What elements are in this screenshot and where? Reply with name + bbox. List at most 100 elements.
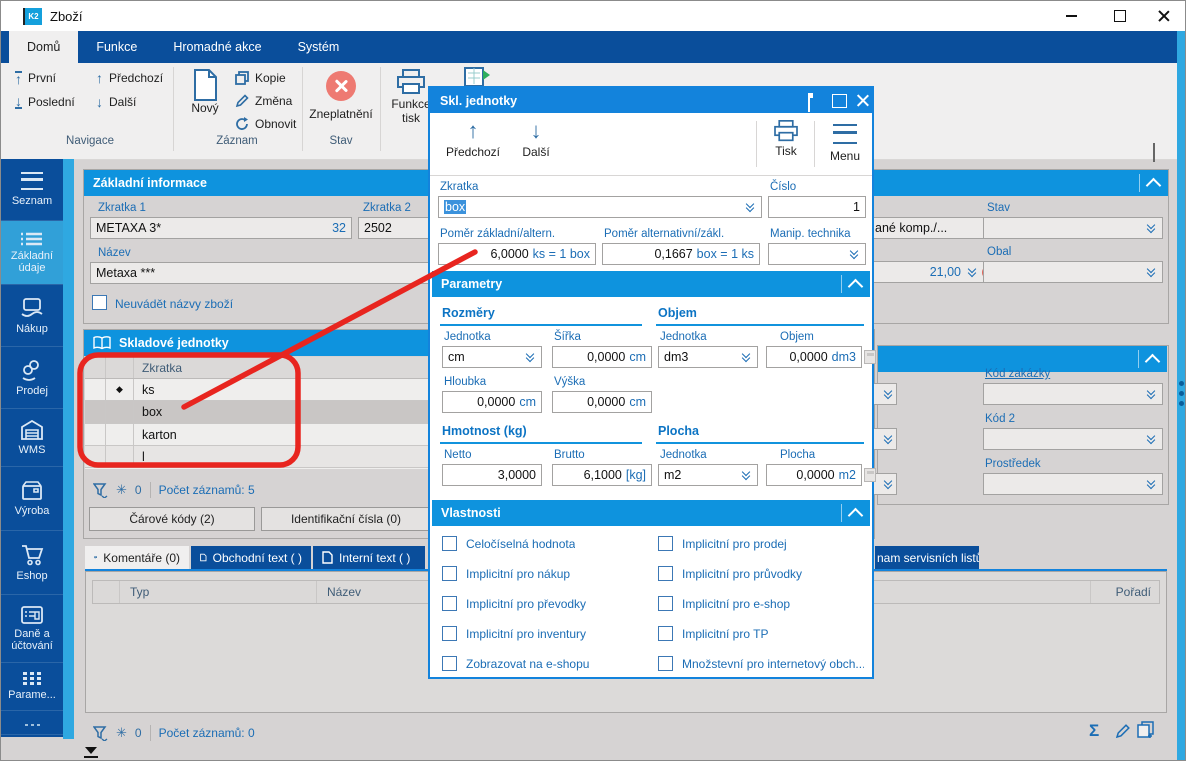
invalidate-button[interactable]: Zneplatnění bbox=[307, 71, 375, 121]
splitter-dot[interactable] bbox=[1179, 381, 1184, 386]
manip-technika-dropdown[interactable] bbox=[768, 243, 866, 265]
sidebar-item-nakup[interactable]: Nákup bbox=[1, 285, 63, 347]
minimize-button[interactable] bbox=[1049, 1, 1094, 31]
ribbon-tab-hromadne-akce[interactable]: Hromadné akce bbox=[155, 31, 279, 63]
dropdown-arrow-icon[interactable] bbox=[1144, 220, 1157, 234]
ribbon-collapse-button[interactable] bbox=[1153, 143, 1155, 163]
checkbox-implicitni-pro-pruvodky[interactable] bbox=[658, 566, 673, 581]
dropdown-arrow-icon[interactable] bbox=[523, 349, 536, 363]
checkbox-mnozstevni-pro-internetovy-obchod[interactable] bbox=[658, 656, 673, 671]
sidebar-item-seznam[interactable]: Seznam bbox=[1, 159, 63, 221]
filter-icon[interactable] bbox=[93, 725, 108, 741]
column-header-typ[interactable]: Typ bbox=[120, 585, 316, 599]
sidebar-item-prodej[interactable]: Prodej bbox=[1, 347, 63, 409]
neuvadet-nazvy-checkbox[interactable] bbox=[92, 295, 107, 310]
dropdown-arrow-icon[interactable] bbox=[1144, 264, 1157, 278]
dock-window-button[interactable] bbox=[808, 93, 810, 112]
zkratka-input[interactable]: box bbox=[438, 196, 762, 218]
collapse-section-icon[interactable] bbox=[1144, 353, 1161, 369]
plocha-field[interactable]: 0,0000 m2 bbox=[766, 464, 862, 486]
sidebar-item-vyroba[interactable]: Výroba bbox=[1, 467, 63, 531]
change-record-button[interactable]: Změna bbox=[235, 94, 292, 108]
sidebar-item-zakladni-udaje[interactable]: Základní údaje bbox=[1, 221, 63, 285]
dialog-print-button[interactable]: Tisk bbox=[766, 120, 806, 158]
parametry-header[interactable]: Parametry bbox=[432, 271, 870, 297]
komp-dropdown[interactable]: ané komp./... bbox=[869, 217, 1001, 239]
vlastnosti-header[interactable]: Vlastnosti bbox=[432, 500, 870, 526]
sidebar-scroll-down-icon[interactable] bbox=[85, 747, 97, 754]
dialog-titlebar[interactable]: Skl. jednotky bbox=[430, 88, 872, 113]
filter-icon[interactable] bbox=[93, 482, 108, 498]
dropdown-arrow-icon[interactable] bbox=[881, 476, 894, 490]
vyska-field[interactable]: 0,0000 cm bbox=[552, 391, 652, 413]
collapse-section-icon[interactable] bbox=[847, 278, 864, 294]
dialog-menu-button[interactable]: Menu bbox=[824, 120, 866, 163]
checkbox-celociselna-hodnota[interactable] bbox=[442, 536, 457, 551]
ribbon-tab-funkce[interactable]: Funkce bbox=[78, 31, 155, 63]
sirka-field[interactable]: 0,0000 cm bbox=[552, 346, 652, 368]
checkbox-implicitni-pro-prevodky[interactable] bbox=[442, 596, 457, 611]
netto-field[interactable]: 3,0000 bbox=[442, 464, 542, 486]
dropdown-arrow-icon[interactable] bbox=[1144, 386, 1157, 400]
calculator-icon[interactable] bbox=[864, 468, 876, 482]
cislo-field[interactable]: 1 bbox=[768, 196, 866, 218]
hloubka-field[interactable]: 0,0000 cm bbox=[442, 391, 542, 413]
calculator-icon[interactable] bbox=[864, 350, 876, 364]
checkbox-implicitni-pro-nakup[interactable] bbox=[442, 566, 457, 581]
maximize-button[interactable] bbox=[1097, 1, 1142, 31]
dropdown-arrow-icon[interactable] bbox=[739, 467, 752, 481]
add-record-icon[interactable] bbox=[1137, 721, 1155, 739]
ribbon-tab-system[interactable]: Systém bbox=[280, 31, 358, 63]
collapse-section-icon[interactable] bbox=[1145, 177, 1162, 193]
column-header-poradi[interactable]: Pořadí bbox=[1091, 585, 1159, 599]
tab-seznam-servisnich-listu[interactable]: nam servisních listů bbox=[875, 546, 979, 569]
new-record-button[interactable]: Nový bbox=[183, 69, 227, 115]
dropdown-arrow-icon[interactable] bbox=[1144, 476, 1157, 490]
nav-last-button[interactable]: ↓ Poslední bbox=[15, 94, 75, 109]
freeze-filter-icon[interactable]: ✳ bbox=[116, 725, 127, 741]
dialog-next-button[interactable]: ↓ Další bbox=[514, 120, 558, 160]
checkbox-implicitni-pro-inventury[interactable] bbox=[442, 626, 457, 641]
nav-previous-button[interactable]: ↑ Předchozí bbox=[96, 71, 163, 85]
checkbox-zobrazovat-na-eshopu[interactable] bbox=[442, 656, 457, 671]
obal-dropdown[interactable] bbox=[983, 261, 1163, 283]
dropdown-arrow-icon[interactable] bbox=[847, 246, 860, 260]
sidebar-item-dane-a-uctovani[interactable]: Daně a účtování bbox=[1, 595, 63, 663]
checkbox-implicitni-pro-eshop[interactable] bbox=[658, 596, 673, 611]
sidebar-item-partial[interactable] bbox=[1, 711, 63, 735]
tab-obchodni-text[interactable]: Obchodní text ( ) bbox=[191, 546, 311, 569]
prostredek-dropdown[interactable] bbox=[983, 473, 1163, 495]
stav-dropdown[interactable] bbox=[983, 217, 1163, 239]
sum-icon[interactable]: Σ bbox=[1089, 721, 1099, 741]
identification-numbers-button[interactable]: Identifikační čísla (0) bbox=[261, 507, 431, 531]
refresh-record-button[interactable]: Obnovit bbox=[235, 117, 296, 131]
dropdown-arrow-icon[interactable] bbox=[965, 264, 978, 278]
kod-zakazky-dropdown[interactable] bbox=[983, 383, 1163, 405]
sidebar-item-wms[interactable]: WMS bbox=[1, 409, 63, 467]
collapse-section-icon[interactable] bbox=[847, 507, 864, 523]
dropdown-arrow-icon[interactable] bbox=[1144, 431, 1157, 445]
kod2-dropdown[interactable] bbox=[983, 428, 1163, 450]
dropdown-arrow-icon[interactable] bbox=[881, 386, 894, 400]
checkbox-implicitni-pro-tp[interactable] bbox=[658, 626, 673, 641]
nav-next-button[interactable]: ↓ Další bbox=[96, 95, 136, 109]
splitter-dot[interactable] bbox=[1179, 391, 1184, 396]
freeze-filter-icon[interactable]: ✳ bbox=[116, 482, 127, 498]
dropdown-arrow-icon[interactable] bbox=[881, 431, 894, 445]
splitter-dot[interactable] bbox=[1179, 401, 1184, 406]
nav-first-button[interactable]: ↑ První bbox=[15, 71, 56, 86]
objem-field[interactable]: 0,0000 dm3 bbox=[766, 346, 862, 368]
objem-jednotka-dropdown[interactable]: dm3 bbox=[658, 346, 758, 368]
barcodes-button[interactable]: Čárové kódy (2) bbox=[89, 507, 255, 531]
zkratka1-field[interactable]: METAXA 3* 32 bbox=[90, 217, 352, 239]
pomer2-field[interactable]: 0,1667 box = 1 ks bbox=[602, 243, 760, 265]
sidebar-item-parametry[interactable]: Parame... bbox=[1, 663, 63, 711]
pomer1-field[interactable]: 6,0000 ks = 1 box bbox=[438, 243, 596, 265]
copy-record-button[interactable]: Kopie bbox=[235, 71, 286, 85]
checkbox-implicitni-pro-prodej[interactable] bbox=[658, 536, 673, 551]
tab-interni-text[interactable]: Interní text ( ) bbox=[313, 546, 425, 569]
dropdown-arrow-icon[interactable] bbox=[743, 199, 756, 213]
rozmery-jednotka-dropdown[interactable]: cm bbox=[442, 346, 542, 368]
dropdown-arrow-icon[interactable] bbox=[739, 349, 752, 363]
brutto-field[interactable]: 6,1000 [kg] bbox=[552, 464, 652, 486]
